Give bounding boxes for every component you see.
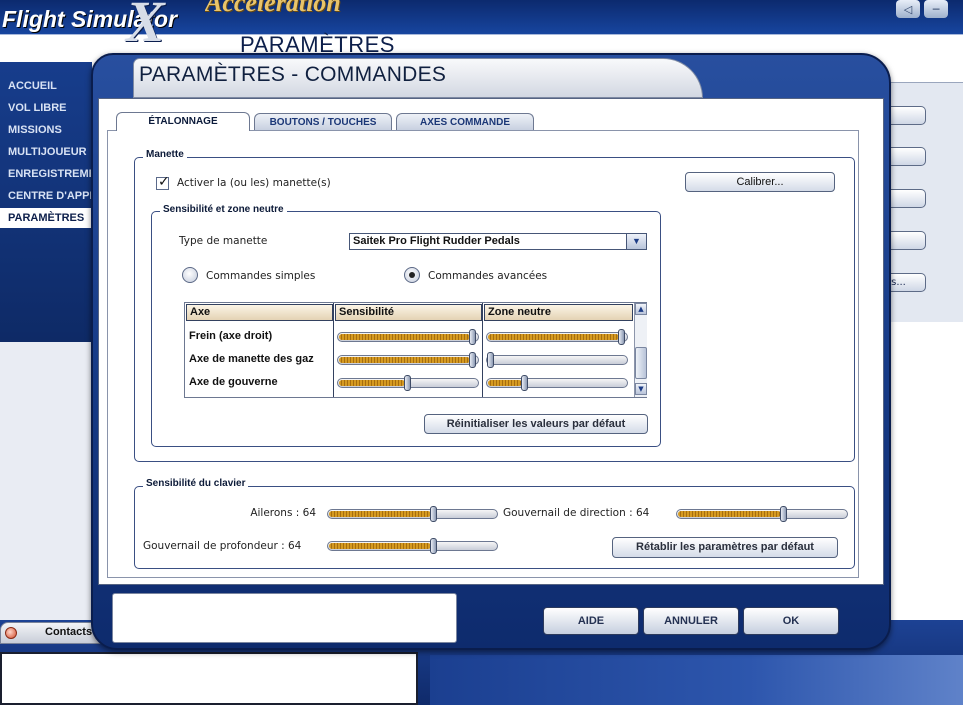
column-divider bbox=[333, 303, 334, 397]
axes-table: Axe Sensibilité Zone neutre Frein (axe d… bbox=[184, 302, 647, 398]
manette-group-label: Manette bbox=[143, 149, 187, 160]
controls-dialog: PARAMÈTRES - COMMANDES ÉTALONNAGE BOUTON… bbox=[91, 53, 891, 650]
advanced-controls-label: Commandes avancées bbox=[428, 270, 548, 282]
slider-knob[interactable] bbox=[469, 352, 476, 368]
sidebar-item-missions[interactable]: MISSIONS bbox=[0, 120, 92, 140]
row1-deadzone-slider[interactable] bbox=[486, 329, 628, 345]
row1-sensitivity-slider[interactable] bbox=[337, 329, 479, 345]
enable-joystick-label: Activer la (ou les) manette(s) bbox=[177, 177, 331, 189]
scroll-thumb[interactable] bbox=[635, 347, 647, 379]
table-row-axe: Axe de gouverne bbox=[189, 376, 278, 388]
joystick-type-select[interactable]: Saitek Pro Flight Rudder Pedals ▼ bbox=[349, 233, 647, 250]
slider-fill bbox=[339, 380, 405, 386]
direction-slider[interactable] bbox=[676, 506, 848, 522]
simple-controls-radio[interactable] bbox=[182, 267, 198, 283]
column-header-sensibilite: Sensibilité bbox=[335, 304, 482, 321]
slider-knob[interactable] bbox=[430, 506, 437, 522]
advanced-controls-radio[interactable] bbox=[404, 267, 420, 283]
minimize-icon[interactable]: ─ bbox=[924, 0, 948, 18]
background-button-4[interactable] bbox=[885, 231, 926, 250]
column-divider bbox=[482, 303, 483, 397]
keyboard-sensitivity-label: Sensibilité du clavier bbox=[143, 478, 249, 489]
tab-axes-commande[interactable]: AXES COMMANDE bbox=[396, 113, 534, 131]
sidebar-item-multijoueur[interactable]: MULTIJOUEUR bbox=[0, 142, 92, 162]
ailerons-label: Ailerons : 64 bbox=[250, 507, 316, 519]
joystick-type-label: Type de manette bbox=[179, 235, 268, 247]
dialog-title: PARAMÈTRES - COMMANDES bbox=[139, 63, 447, 86]
slider-knob[interactable] bbox=[521, 375, 528, 391]
contacts-status-icon bbox=[5, 627, 17, 639]
table-row-axe: Frein (axe droit) bbox=[189, 330, 273, 342]
restore-defaults-button[interactable]: Rétablir les paramètres par défaut bbox=[612, 537, 838, 558]
chevron-down-icon[interactable]: ▼ bbox=[626, 234, 646, 249]
background-button-5[interactable]: rs... bbox=[885, 273, 926, 292]
slider-fill bbox=[488, 380, 522, 386]
row3-deadzone-slider[interactable] bbox=[486, 375, 628, 391]
sidebar-item-parametres[interactable]: PARAMÈTRES bbox=[0, 208, 92, 228]
expansion-logo: Acceleration bbox=[205, 0, 435, 14]
bottom-bar-gradient bbox=[430, 655, 963, 705]
table-scrollbar[interactable]: ▲ ▼ bbox=[634, 303, 647, 397]
joystick-type-value: Saitek Pro Flight Rudder Pedals bbox=[353, 235, 520, 247]
slider-fill bbox=[329, 543, 431, 549]
background-button-2[interactable] bbox=[885, 147, 926, 166]
sidebar-item-centre-apprentissage[interactable]: CENTRE D'APPRENTISSAGE bbox=[0, 186, 92, 206]
tab-boutons-touches[interactable]: BOUTONS / TOUCHES bbox=[254, 113, 392, 131]
sidebar-item-enregistrement[interactable]: ENREGISTREMENT bbox=[0, 164, 92, 184]
slider-knob[interactable] bbox=[404, 375, 411, 391]
window-controls: ◁ ─ bbox=[896, 0, 963, 20]
slider-knob[interactable] bbox=[780, 506, 787, 522]
row2-sensitivity-slider[interactable] bbox=[337, 352, 479, 368]
sensitivity-group-label: Sensibilité et zone neutre bbox=[160, 204, 287, 215]
cancel-button[interactable]: ANNULER bbox=[643, 607, 739, 635]
slider-knob[interactable] bbox=[469, 329, 476, 345]
slider-fill bbox=[678, 511, 781, 517]
sidebar: ACCUEIL VOL LIBRE MISSIONS MULTIJOUEUR E… bbox=[0, 62, 92, 342]
simple-controls-label: Commandes simples bbox=[206, 270, 316, 282]
slider-fill bbox=[488, 334, 619, 340]
row3-sensitivity-slider[interactable] bbox=[337, 375, 479, 391]
brand-logo-x: X bbox=[126, 0, 165, 54]
calibrate-button[interactable]: Calibrer... bbox=[685, 172, 835, 192]
slider-fill bbox=[329, 511, 431, 517]
sidebar-item-vol-libre[interactable]: VOL LIBRE bbox=[0, 98, 92, 118]
column-header-zone-neutre: Zone neutre bbox=[484, 304, 633, 321]
sound-icon[interactable]: ◁ bbox=[896, 0, 920, 18]
table-row-axe: Axe de manette des gaz bbox=[189, 353, 314, 365]
sidebar-lower-panel bbox=[0, 342, 92, 622]
help-button[interactable]: AIDE bbox=[543, 607, 639, 635]
slider-knob[interactable] bbox=[618, 329, 625, 345]
background-button-1[interactable] bbox=[885, 106, 926, 125]
row2-deadzone-slider[interactable] bbox=[486, 352, 628, 368]
reset-defaults-button[interactable]: Réinitialiser les valeurs par défaut bbox=[424, 414, 648, 434]
ok-button[interactable]: OK bbox=[743, 607, 839, 635]
background-button-3[interactable] bbox=[885, 189, 926, 208]
dialog-footer-panel bbox=[112, 593, 457, 643]
slider-knob[interactable] bbox=[487, 352, 494, 368]
sidebar-item-accueil[interactable]: ACCUEIL bbox=[0, 76, 92, 96]
radio-selected-dot bbox=[409, 272, 415, 278]
scroll-down-icon[interactable]: ▼ bbox=[635, 383, 647, 395]
enable-joystick-checkbox[interactable]: ✓ bbox=[156, 174, 170, 190]
checkmark-icon: ✓ bbox=[158, 174, 170, 190]
profondeur-slider[interactable] bbox=[327, 538, 498, 554]
column-header-axe: Axe bbox=[186, 304, 333, 321]
contacts-panel bbox=[0, 652, 418, 705]
direction-label: Gouvernail de direction : 64 bbox=[503, 507, 650, 519]
scroll-up-icon[interactable]: ▲ bbox=[635, 303, 647, 315]
slider-fill bbox=[339, 334, 470, 340]
slider-knob[interactable] bbox=[430, 538, 437, 554]
background-right-panel: rs... bbox=[885, 82, 963, 322]
tab-etalonnage[interactable]: ÉTALONNAGE bbox=[116, 112, 250, 131]
slider-fill bbox=[339, 357, 470, 363]
ailerons-slider[interactable] bbox=[327, 506, 498, 522]
profondeur-label: Gouvernail de profondeur : 64 bbox=[143, 540, 302, 552]
